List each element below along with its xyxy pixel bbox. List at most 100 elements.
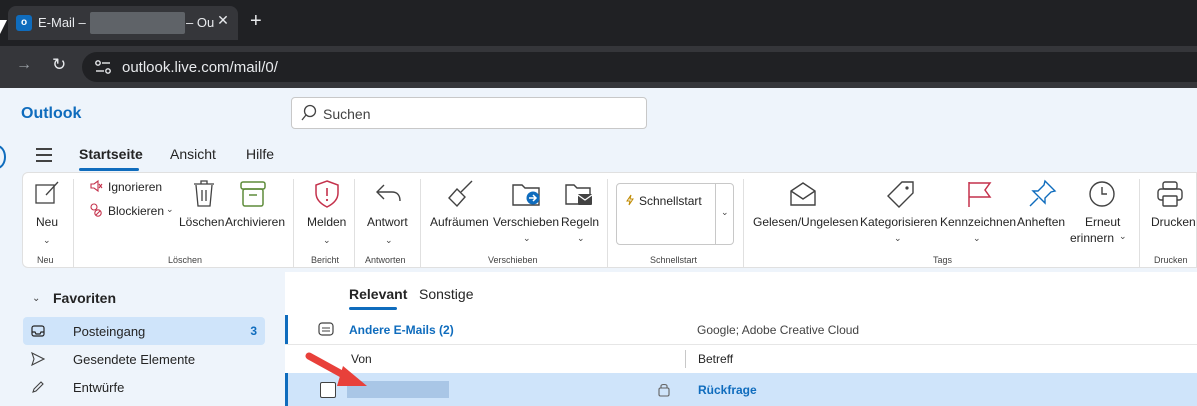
pivot-sonstige[interactable]: Sonstige xyxy=(419,286,473,302)
ribbon-tab-row: Startseite Ansicht Hilfe xyxy=(0,138,1197,172)
categorize-chevron-icon[interactable]: ⌄ xyxy=(894,233,902,244)
grouped-senders-row[interactable]: Andere E-Mails (2) Google; Adobe Creativ… xyxy=(285,315,1197,345)
reply-icon xyxy=(376,184,401,202)
move-button[interactable] xyxy=(507,179,547,209)
grouped-senders-label: Andere E-Mails (2) xyxy=(349,323,454,337)
hamburger-menu-icon[interactable] xyxy=(36,148,52,162)
rules-button[interactable] xyxy=(563,179,595,209)
search-input[interactable]: Suchen xyxy=(291,97,647,129)
folder-move-icon xyxy=(512,184,540,206)
ignore-icon xyxy=(90,179,103,193)
archive-label[interactable]: Archivieren xyxy=(225,215,285,229)
folder-inbox[interactable]: Posteingang 3 xyxy=(23,317,265,345)
chevron-down-icon[interactable]: ⌄ xyxy=(32,293,40,304)
lightning-icon xyxy=(626,194,634,206)
row-accent xyxy=(285,373,288,406)
flag-button[interactable] xyxy=(959,179,999,209)
trash-icon xyxy=(194,180,214,207)
block-chevron-icon[interactable]: ⌄ xyxy=(166,204,174,215)
new-mail-button[interactable]: Neu ⌄ xyxy=(33,179,61,245)
pivot-relevant[interactable]: Relevant xyxy=(349,286,407,302)
quick-steps-dropdown[interactable]: ⌄ xyxy=(715,183,734,245)
tab-ansicht[interactable]: Ansicht xyxy=(170,146,216,162)
categorize-button[interactable] xyxy=(881,179,921,209)
shield-icon xyxy=(315,180,339,208)
folder-drafts[interactable]: Entwürfe xyxy=(23,373,265,401)
folder-label: Entwürfe xyxy=(73,380,125,395)
block-button[interactable]: Blockieren xyxy=(108,204,164,218)
column-header-row: Von Betreff xyxy=(285,344,1197,374)
folder-sent[interactable]: Gesendete Elemente xyxy=(23,345,265,373)
group-loeschen: Löschen xyxy=(168,255,203,265)
archive-button[interactable] xyxy=(231,179,275,209)
favorites-header[interactable]: Favoriten xyxy=(53,290,116,306)
ribbon-separator xyxy=(743,179,744,267)
flag-label[interactable]: Kennzeichnen xyxy=(940,215,1016,229)
browser-tab-bar: o E-Mail – – Ou ✕ + xyxy=(0,0,1197,46)
lock-icon xyxy=(658,383,670,397)
message-list: Relevant Sonstige Andere E-Mails (2) Goo… xyxy=(285,272,1197,406)
search-placeholder: Suchen xyxy=(323,106,371,122)
snooze-button[interactable] xyxy=(1087,179,1117,209)
new-tab-button[interactable]: + xyxy=(250,10,262,33)
folder-pane: ⌄ Favoriten Posteingang 3 Gesendete Elem… xyxy=(0,272,285,406)
sweep-button[interactable] xyxy=(431,179,491,209)
snooze-label-2[interactable]: erinnern xyxy=(1070,231,1114,245)
delete-button[interactable] xyxy=(181,179,227,209)
flag-icon xyxy=(968,182,992,207)
snooze-chevron-icon[interactable]: ⌄ xyxy=(1119,231,1127,242)
reply-chevron-icon[interactable]: ⌄ xyxy=(385,235,393,246)
archive-icon xyxy=(240,181,266,207)
outlook-brand[interactable]: Outlook xyxy=(21,105,81,123)
annotation-arrow-icon xyxy=(305,352,367,386)
ignore-button[interactable]: Ignorieren xyxy=(108,180,162,194)
row-accent xyxy=(285,315,288,344)
print-button[interactable] xyxy=(1155,179,1185,209)
tab-title-end: – Ou xyxy=(186,15,215,30)
report-label: Melden xyxy=(307,215,347,229)
forward-icon[interactable]: → xyxy=(16,56,32,74)
pin-button[interactable] xyxy=(1027,179,1057,209)
tab-hilfe[interactable]: Hilfe xyxy=(246,146,274,162)
move-chevron-icon[interactable]: ⌄ xyxy=(523,233,531,244)
flag-chevron-icon[interactable]: ⌄ xyxy=(973,233,981,244)
report-button[interactable]: Melden ⌄ xyxy=(307,179,347,245)
snooze-label-1[interactable]: Erneut xyxy=(1085,215,1120,229)
reply-button[interactable]: Antwort ⌄ xyxy=(365,179,413,245)
column-divider[interactable] xyxy=(685,350,686,368)
rules-chevron-icon[interactable]: ⌄ xyxy=(577,233,585,244)
chevron-down-icon[interactable]: ⌄ xyxy=(43,235,51,246)
screen: o E-Mail – – Ou ✕ + → ↻ outlook.live.com… xyxy=(0,0,1197,406)
active-tab-indicator xyxy=(79,168,139,171)
reload-icon[interactable]: ↻ xyxy=(52,55,66,75)
move-label[interactable]: Verschieben xyxy=(493,215,559,229)
grouped-senders-names: Google; Adobe Creative Cloud xyxy=(697,323,860,337)
sweep-label[interactable]: Aufräumen xyxy=(430,215,489,229)
envelope-open-icon xyxy=(790,182,816,206)
print-label[interactable]: Drucken xyxy=(1151,215,1196,229)
new-mail-icon xyxy=(35,181,59,204)
search-icon xyxy=(301,104,317,121)
rules-label[interactable]: Regeln xyxy=(561,215,599,229)
read-unread-label[interactable]: Gelesen/Ungelesen xyxy=(753,215,858,229)
url-text[interactable]: outlook.live.com/mail/0/ xyxy=(122,59,278,76)
table-row[interactable]: Rückfrage xyxy=(285,373,1197,406)
tab-close-icon[interactable]: ✕ xyxy=(214,12,232,29)
unread-count-badge: 3 xyxy=(250,324,257,338)
tab-title-redacted xyxy=(90,12,185,34)
pin-label[interactable]: Anheften xyxy=(1017,215,1065,229)
report-chevron-icon[interactable]: ⌄ xyxy=(323,235,331,246)
group-drucken: Drucken xyxy=(1154,255,1188,265)
delete-label[interactable]: Löschen xyxy=(179,215,224,229)
active-pivot-indicator xyxy=(349,307,397,310)
tab-startseite[interactable]: Startseite xyxy=(79,146,143,162)
new-label: Neu xyxy=(36,215,59,229)
omnibox[interactable]: outlook.live.com/mail/0/ xyxy=(82,52,1197,82)
browser-tab[interactable]: o E-Mail – – Ou ✕ xyxy=(8,6,238,40)
outlook-favicon-icon: o xyxy=(16,15,32,31)
column-subject[interactable]: Betreff xyxy=(698,352,733,366)
group-antworten: Antworten xyxy=(365,255,406,265)
site-settings-icon[interactable] xyxy=(94,59,112,75)
categorize-label[interactable]: Kategorisieren xyxy=(860,215,937,229)
read-unread-button[interactable] xyxy=(783,179,823,209)
